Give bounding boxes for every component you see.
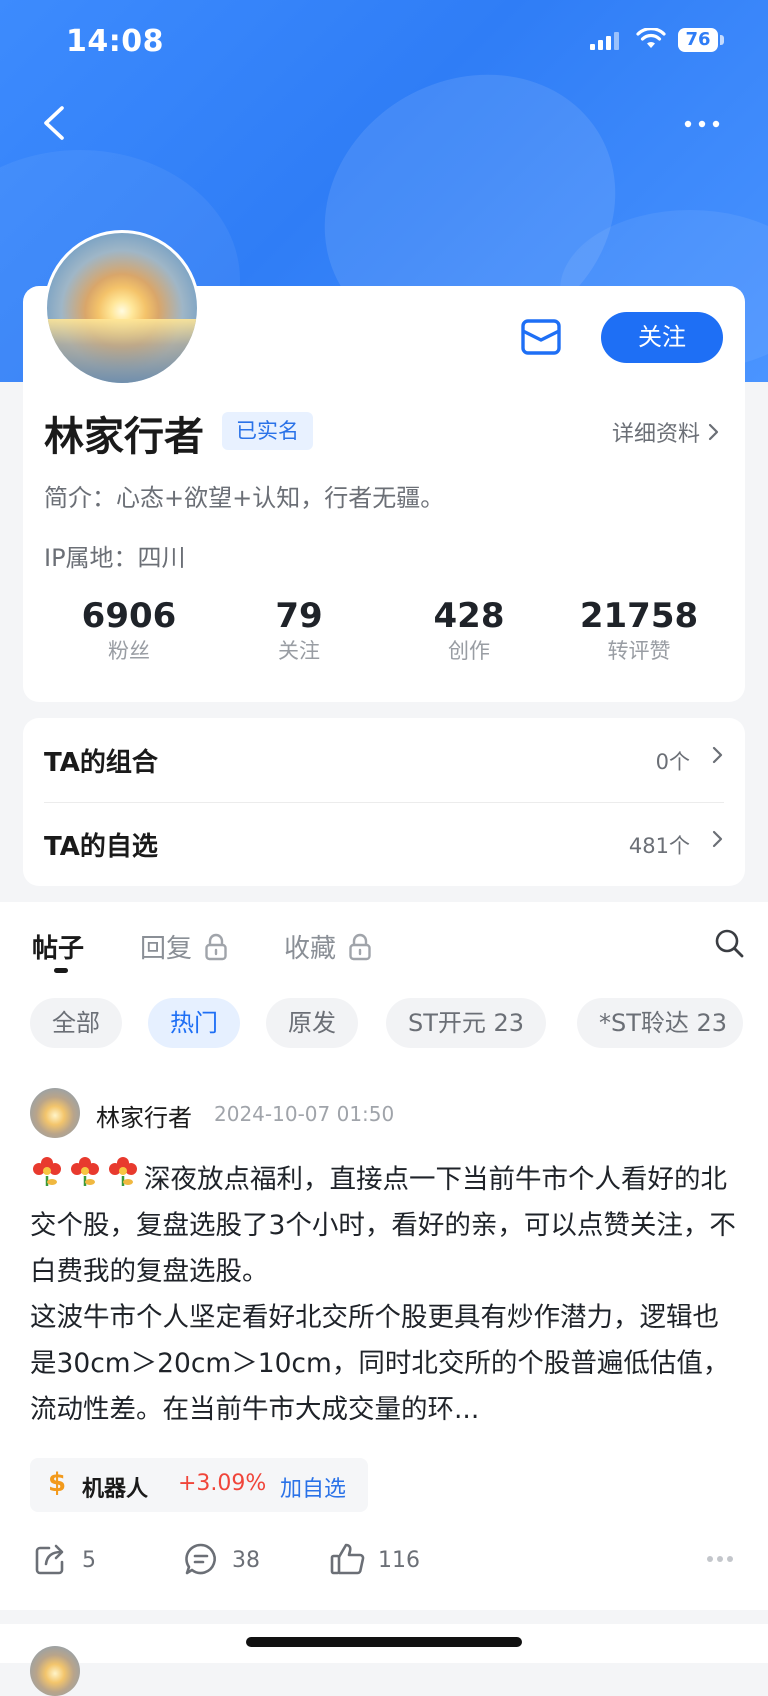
tab-replies[interactable]: 回复: [140, 928, 228, 965]
post-more-icon[interactable]: [706, 1554, 734, 1564]
stat-followers[interactable]: 6906 粉丝: [44, 596, 214, 666]
lock-icon: [349, 933, 371, 961]
stat-value: 21758: [579, 596, 699, 636]
chevron-right-icon: [712, 830, 723, 848]
more-options-icon[interactable]: [680, 110, 726, 138]
list-item-title: TA的自选: [44, 832, 158, 862]
wifi-icon: [636, 28, 666, 48]
stat-label: 粉丝: [108, 639, 150, 663]
stock-name: 机器人: [82, 1477, 149, 1502]
comment-count: 38: [232, 1548, 260, 1573]
list-item-watchlist[interactable]: TA的自选 481个: [44, 802, 724, 886]
list-item-count: 0个: [655, 750, 690, 774]
avatar-image: [47, 319, 197, 383]
comment-button[interactable]: 38: [184, 1542, 284, 1578]
like-count: 116: [378, 1548, 420, 1573]
list-item-title: TA的组合: [44, 748, 158, 778]
cellular-signal-icon: [590, 32, 619, 50]
search-icon[interactable]: [714, 928, 746, 960]
thumbs-up-icon: [330, 1543, 365, 1575]
status-time: 14:08: [66, 24, 164, 59]
add-to-watchlist-button[interactable]: 加自选: [280, 1471, 346, 1503]
battery-level: 76: [678, 28, 718, 52]
follow-button[interactable]: 关注: [601, 312, 723, 363]
tab-favorites[interactable]: 收藏: [284, 928, 372, 965]
flower-emoji-icon: [71, 1157, 99, 1186]
stat-value: 6906: [81, 596, 177, 636]
stat-creations[interactable]: 428 创作: [384, 596, 554, 666]
post-author-name[interactable]: 林家行者: [96, 1098, 192, 1133]
post-timestamp: 2024-10-07 01:50: [214, 1102, 395, 1126]
post-author-avatar[interactable]: [30, 1088, 80, 1138]
share-count: 5: [82, 1548, 96, 1573]
filter-chip-original[interactable]: 原发: [266, 998, 358, 1048]
list-item-portfolio[interactable]: TA的组合 0个: [44, 718, 724, 802]
stock-change: +3.09%: [178, 1471, 267, 1496]
detail-profile-link[interactable]: 详细资料: [612, 416, 720, 448]
chevron-right-icon: [708, 423, 719, 441]
stat-following[interactable]: 79 关注: [214, 596, 384, 666]
chevron-right-icon: [712, 746, 723, 764]
battery-icon: [720, 35, 724, 45]
user-avatar[interactable]: [44, 230, 200, 386]
verified-badge: 已实名: [222, 412, 313, 450]
home-indicator[interactable]: [246, 1637, 522, 1647]
stock-tag[interactable]: $ 机器人 +3.09% 加自选: [30, 1458, 368, 1512]
stat-value: 428: [433, 596, 505, 636]
list-item-count: 481个: [628, 834, 690, 858]
stat-label: 创作: [448, 639, 490, 663]
stat-label: 关注: [278, 639, 320, 663]
back-icon[interactable]: [36, 100, 76, 146]
post-author-avatar: [30, 1646, 80, 1696]
tab-label: 收藏: [284, 934, 337, 964]
active-tab-indicator: [54, 968, 68, 973]
comment-icon: [185, 1543, 216, 1575]
stock-symbol-icon: $: [48, 1468, 67, 1498]
flower-emoji-icon: [33, 1157, 61, 1186]
filter-chip-stock[interactable]: ST开元 23: [386, 998, 547, 1048]
stat-interactions[interactable]: 21758 转评赞: [554, 596, 724, 666]
status-bar: 14:08 76: [0, 0, 768, 84]
stat-label: 转评赞: [607, 639, 671, 663]
ip-location: IP属地：四川: [44, 544, 186, 572]
lock-icon: [205, 933, 227, 961]
filter-chip-stock[interactable]: *ST聆达 23: [577, 998, 744, 1048]
profile-name: 林家行者: [44, 414, 204, 460]
tab-label: 回复: [140, 934, 193, 964]
share-button[interactable]: 5: [34, 1542, 134, 1578]
share-icon: [35, 1544, 64, 1575]
like-button[interactable]: 116: [330, 1542, 440, 1578]
detail-link-label: 详细资料: [612, 422, 701, 447]
tab-posts[interactable]: 帖子: [32, 928, 84, 965]
post-body[interactable]: 深夜放点福利，直接点一下当前牛市个人看好的北交个股，复盘选股了3个小时，看好的亲…: [30, 1154, 740, 1433]
message-icon[interactable]: [520, 318, 562, 356]
filter-chip-all[interactable]: 全部: [30, 998, 122, 1048]
profile-bio: 简介：心态+欲望+认知，行者无疆。: [44, 484, 445, 512]
filter-chip-hot[interactable]: 热门: [148, 998, 240, 1048]
flower-emoji-icon: [109, 1157, 137, 1186]
post-text: 深夜放点福利，直接点一下当前牛市个人看: [144, 1164, 648, 1195]
portfolio-list-card: TA的组合 0个 TA的自选 481个: [23, 718, 745, 886]
post-paragraph: 深夜放点福利，直接点一下当前牛市个人看好的北交个股，复盘选股了3个小时，看好的亲…: [30, 1154, 740, 1295]
stat-value: 79: [275, 596, 323, 636]
post-paragraph: 这波牛市个人坚定看好北交所个股更具有炒作潜力，逻辑也是30cm＞20cm＞10c…: [30, 1302, 730, 1425]
